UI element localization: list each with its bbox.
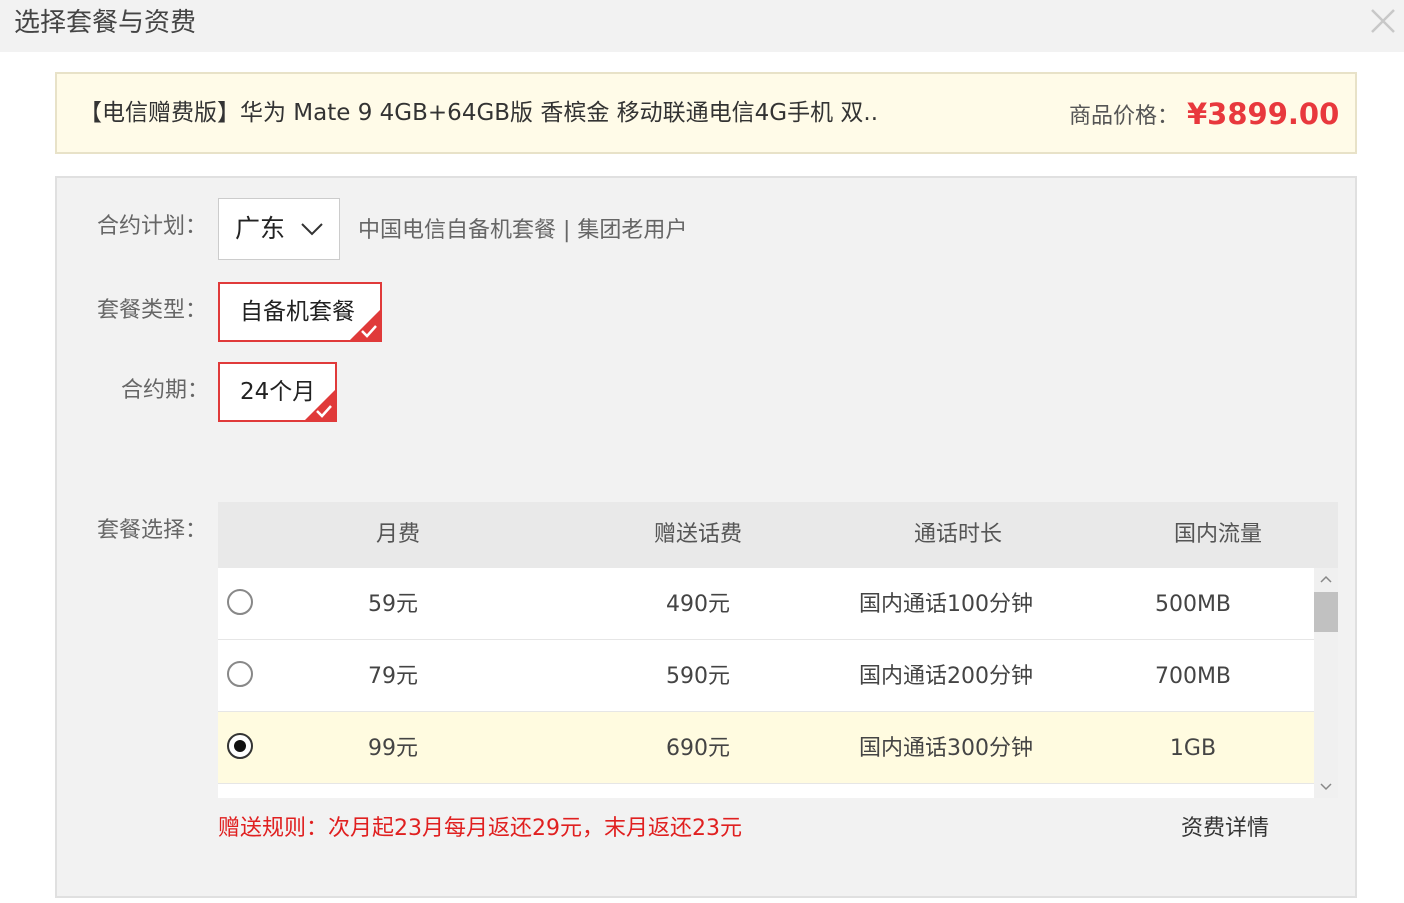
close-icon[interactable] xyxy=(1368,6,1398,36)
bonus-rule-text: 赠送规则：次月起23月每月返还29元，末月返还23元 xyxy=(218,816,742,841)
dialog-title: 选择套餐与资费 xyxy=(14,8,197,38)
row-fee: 99元 xyxy=(368,736,418,761)
row-minutes: 国内通话200分钟 xyxy=(859,664,1033,689)
row-minutes: 国内通话300分钟 xyxy=(859,736,1033,761)
contract-term-option[interactable]: 24个月 xyxy=(218,362,337,422)
row-fee: 59元 xyxy=(368,592,418,617)
product-price: ¥3899.00 xyxy=(1187,97,1340,131)
region-select[interactable]: 广东 xyxy=(218,198,340,260)
table-scrollbar[interactable] xyxy=(1314,568,1338,798)
package-radio[interactable] xyxy=(227,661,253,687)
chevron-up-icon[interactable] xyxy=(1314,568,1338,590)
package-table: 月费 赠送话费 通话时长 国内流量 59元 490元 国内通话100分钟 500… xyxy=(218,502,1338,798)
row-bonus: 690元 xyxy=(666,736,730,761)
table-row[interactable]: 79元 590元 国内通话200分钟 700MB xyxy=(218,640,1314,712)
package-radio[interactable] xyxy=(227,589,253,615)
product-banner: 【电信赠费版】华为 Mate 9 4GB+64GB版 香槟金 移动联通电信4G手… xyxy=(55,72,1357,154)
table-row[interactable]: 59元 490元 国内通话100分钟 500MB xyxy=(218,568,1314,640)
contract-term-label: 合约期： xyxy=(121,378,210,403)
header-bonus-credit: 赠送话费 xyxy=(653,522,742,547)
row-data: 700MB xyxy=(1154,664,1232,689)
row-data: 500MB xyxy=(1154,592,1232,617)
price-label: 商品价格： xyxy=(1069,104,1180,129)
header-monthly-fee: 月费 xyxy=(375,522,420,547)
package-select-label: 套餐选择： xyxy=(97,518,208,543)
table-header: 月费 赠送话费 通话时长 国内流量 xyxy=(218,502,1338,568)
header-call-minutes: 通话时长 xyxy=(913,522,1002,547)
dialog-header: 选择套餐与资费 xyxy=(0,0,1404,52)
plan-description: 中国电信自备机套餐 | 集团老用户 xyxy=(358,218,688,243)
region-value: 广东 xyxy=(235,214,286,243)
chevron-down-icon[interactable] xyxy=(1314,776,1338,798)
plan-selection-panel: 合约计划： 广东 中国电信自备机套餐 | 集团老用户 套餐类型： 自备机套餐 合… xyxy=(55,176,1357,898)
row-data: 1GB xyxy=(1169,736,1217,761)
header-domestic-data: 国内流量 xyxy=(1173,522,1262,547)
package-type-option[interactable]: 自备机套餐 xyxy=(218,282,382,342)
product-name: 【电信赠费版】华为 Mate 9 4GB+64GB版 香槟金 移动联通电信4G手… xyxy=(79,100,879,126)
row-fee: 79元 xyxy=(368,664,418,689)
table-body: 59元 490元 国内通话100分钟 500MB 79元 590元 国内通话20… xyxy=(218,568,1314,798)
package-type-label: 套餐类型： xyxy=(97,298,208,323)
row-minutes: 国内通话100分钟 xyxy=(859,592,1033,617)
package-radio-selected[interactable] xyxy=(227,733,253,759)
contract-plan-label: 合约计划： xyxy=(97,214,208,239)
package-type-text: 自备机套餐 xyxy=(240,299,355,325)
contract-term-text: 24个月 xyxy=(240,379,316,405)
table-row[interactable]: 99元 690元 国内通话300分钟 1GB xyxy=(218,712,1314,784)
chevron-down-icon xyxy=(299,219,325,239)
check-icon xyxy=(315,403,333,418)
tariff-details-link[interactable]: 资费详情 xyxy=(1181,814,1269,844)
check-icon xyxy=(360,323,378,338)
scrollbar-thumb[interactable] xyxy=(1314,592,1338,632)
row-bonus: 590元 xyxy=(666,664,730,689)
row-bonus: 490元 xyxy=(666,592,730,617)
